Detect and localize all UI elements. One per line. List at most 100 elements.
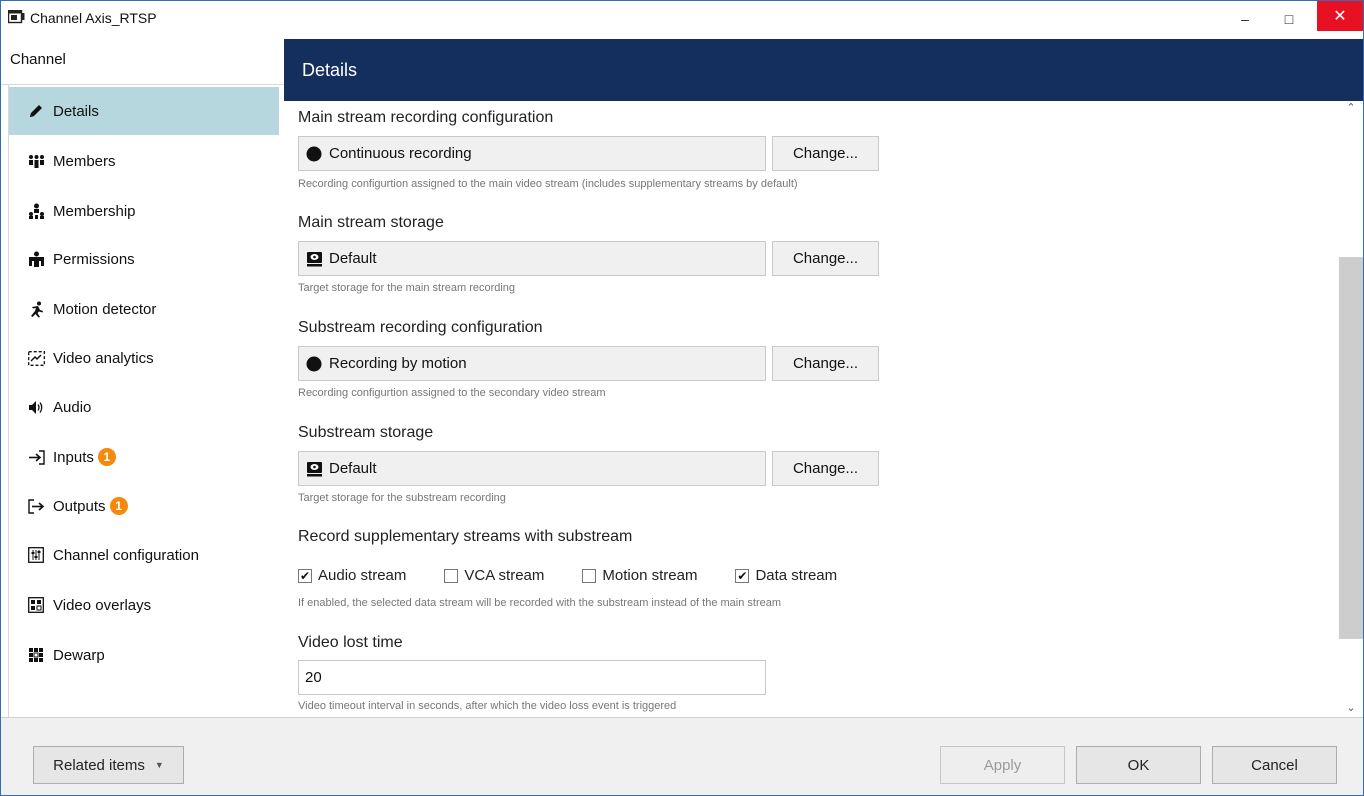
video-lost-hint: Video timeout interval in seconds, after… bbox=[298, 700, 677, 712]
video-lost-title: Video lost time bbox=[298, 634, 403, 651]
sub-recording-title: Substream recording configuration bbox=[298, 319, 543, 336]
checkbox-label: VCA stream bbox=[464, 567, 545, 584]
page-title: Details bbox=[284, 39, 1363, 101]
overlay-icon bbox=[27, 596, 45, 614]
dewarp-icon bbox=[27, 646, 45, 664]
checkbox-box: ✔ bbox=[735, 568, 750, 583]
main-storage-change-button[interactable]: Change... bbox=[772, 241, 879, 276]
sidebar-item-label: Members bbox=[53, 152, 116, 170]
sidebar-item-label: Inputs bbox=[53, 448, 94, 466]
sub-recording-field: Recording by motion bbox=[298, 346, 766, 381]
checkbox-box bbox=[444, 568, 459, 583]
motion-stream-checkbox[interactable]: Motion stream bbox=[582, 567, 697, 584]
sub-recording-change-button[interactable]: Change... bbox=[772, 346, 879, 381]
scroll-up-icon[interactable]: ⌃ bbox=[1345, 101, 1357, 117]
sidebar-item-permissions[interactable]: Permissions bbox=[9, 235, 279, 283]
sidebar-item-video-overlays[interactable]: Video overlays bbox=[9, 581, 279, 629]
sidebar-item-outputs[interactable]: Outputs 1 bbox=[9, 482, 279, 530]
membership-icon bbox=[27, 202, 45, 220]
sidebar-divider bbox=[8, 85, 9, 717]
window-icon bbox=[8, 10, 25, 24]
sub-storage-field: Default bbox=[298, 451, 766, 486]
record-dot-icon bbox=[305, 145, 323, 163]
sidebar-item-label: Video analytics bbox=[53, 349, 154, 367]
main-storage-hint: Target storage for the main stream recor… bbox=[298, 282, 516, 294]
members-icon bbox=[27, 152, 45, 170]
cancel-button[interactable]: Cancel bbox=[1212, 746, 1337, 784]
supplementary-hint: If enabled, the selected data stream wil… bbox=[298, 597, 782, 609]
input-arrow-icon bbox=[27, 448, 45, 466]
data-stream-checkbox[interactable]: ✔ Data stream bbox=[735, 567, 837, 584]
config-icon bbox=[27, 546, 45, 564]
sidebar-item-label: Dewarp bbox=[53, 646, 105, 664]
sub-storage-title: Substream storage bbox=[298, 424, 434, 441]
speaker-icon bbox=[27, 398, 45, 416]
sidebar-item-label: Details bbox=[53, 102, 99, 120]
inputs-count-badge: 1 bbox=[97, 448, 116, 466]
running-person-icon bbox=[27, 300, 45, 318]
sub-recording-value: Recording by motion bbox=[329, 355, 467, 372]
channel-dialog: Channel Axis_RTSP – □ ✕ Channel Details … bbox=[0, 0, 1364, 796]
sidebar-item-dewarp[interactable]: Dewarp bbox=[9, 631, 279, 679]
vca-stream-checkbox[interactable]: VCA stream bbox=[444, 567, 544, 584]
sub-storage-hint: Target storage for the substream recordi… bbox=[298, 492, 506, 504]
sidebar-item-label: Outputs bbox=[53, 497, 106, 515]
permissions-icon bbox=[27, 250, 45, 268]
record-dot-icon bbox=[305, 355, 323, 373]
sidebar-item-audio[interactable]: Audio bbox=[9, 383, 279, 431]
sub-storage-value: Default bbox=[329, 460, 377, 477]
main-recording-hint: Recording configurtion assigned to the m… bbox=[298, 178, 798, 190]
storage-drive-icon bbox=[305, 460, 323, 478]
related-items-label: Related items bbox=[53, 756, 145, 774]
audio-stream-checkbox[interactable]: ✔ Audio stream bbox=[298, 567, 406, 584]
sidebar-item-details[interactable]: Details bbox=[9, 87, 279, 135]
minimize-button[interactable]: – bbox=[1223, 1, 1267, 37]
sidebar-item-label: Motion detector bbox=[53, 300, 157, 318]
main-storage-field: Default bbox=[298, 241, 766, 276]
sidebar-item-label: Permissions bbox=[53, 250, 135, 268]
sidebar-item-inputs[interactable]: Inputs 1 bbox=[9, 433, 279, 481]
scroll-down-icon[interactable]: ⌄ bbox=[1345, 701, 1357, 717]
sub-recording-hint: Recording configurtion assigned to the s… bbox=[298, 387, 606, 399]
sidebar-item-label: Membership bbox=[53, 202, 136, 220]
outputs-count-badge: 1 bbox=[109, 497, 128, 515]
sidebar-item-membership[interactable]: Membership bbox=[9, 187, 279, 235]
checkbox-label: Data stream bbox=[755, 567, 838, 584]
scrollbar-thumb[interactable] bbox=[1339, 257, 1363, 639]
caret-down-icon: ▼ bbox=[154, 760, 164, 770]
sidebar-item-motion-detector[interactable]: Motion detector bbox=[9, 285, 279, 333]
analytics-icon bbox=[27, 349, 45, 367]
sidebar-item-channel-configuration[interactable]: Channel configuration bbox=[9, 531, 279, 579]
window-title: Channel Axis_RTSP bbox=[30, 10, 157, 26]
main-recording-title: Main stream recording configuration bbox=[298, 109, 554, 126]
output-arrow-icon bbox=[27, 497, 45, 515]
maximize-button[interactable]: □ bbox=[1267, 1, 1311, 37]
pencil-icon bbox=[27, 102, 45, 120]
related-items-button[interactable]: Related items ▼ bbox=[33, 746, 184, 784]
sidebar-item-video-analytics[interactable]: Video analytics bbox=[9, 334, 279, 382]
apply-button[interactable]: Apply bbox=[940, 746, 1065, 784]
checkbox-label: Motion stream bbox=[602, 567, 698, 584]
sub-storage-change-button[interactable]: Change... bbox=[772, 451, 879, 486]
ok-button[interactable]: OK bbox=[1076, 746, 1201, 784]
main-recording-field: Continuous recording bbox=[298, 136, 766, 171]
supplementary-checkboxes: ✔ Audio stream VCA stream Motion stream … bbox=[298, 567, 875, 584]
checkbox-label: Audio stream bbox=[318, 567, 407, 584]
main-storage-title: Main stream storage bbox=[298, 214, 444, 231]
sidebar-header: Channel bbox=[1, 37, 284, 85]
sidebar: Channel Details Members Membership Permi… bbox=[1, 37, 284, 717]
video-lost-input[interactable]: 20 bbox=[298, 660, 766, 695]
close-button[interactable]: ✕ bbox=[1317, 1, 1363, 31]
main-recording-value: Continuous recording bbox=[329, 145, 472, 162]
main-storage-value: Default bbox=[329, 250, 377, 267]
sidebar-item-members[interactable]: Members bbox=[9, 137, 279, 185]
storage-drive-icon bbox=[305, 250, 323, 268]
details-panel: Main stream recording configuration Cont… bbox=[284, 101, 1339, 717]
sidebar-item-label: Audio bbox=[53, 398, 92, 416]
content-scrollbar[interactable]: ⌃ ⌄ bbox=[1339, 101, 1363, 717]
title-bar: Channel Axis_RTSP – □ ✕ bbox=[1, 1, 1363, 37]
sidebar-item-label: Channel configuration bbox=[53, 546, 199, 564]
main-recording-change-button[interactable]: Change... bbox=[772, 136, 879, 171]
sidebar-item-label: Video overlays bbox=[53, 596, 152, 614]
supplementary-title: Record supplementary streams with substr… bbox=[298, 528, 633, 545]
